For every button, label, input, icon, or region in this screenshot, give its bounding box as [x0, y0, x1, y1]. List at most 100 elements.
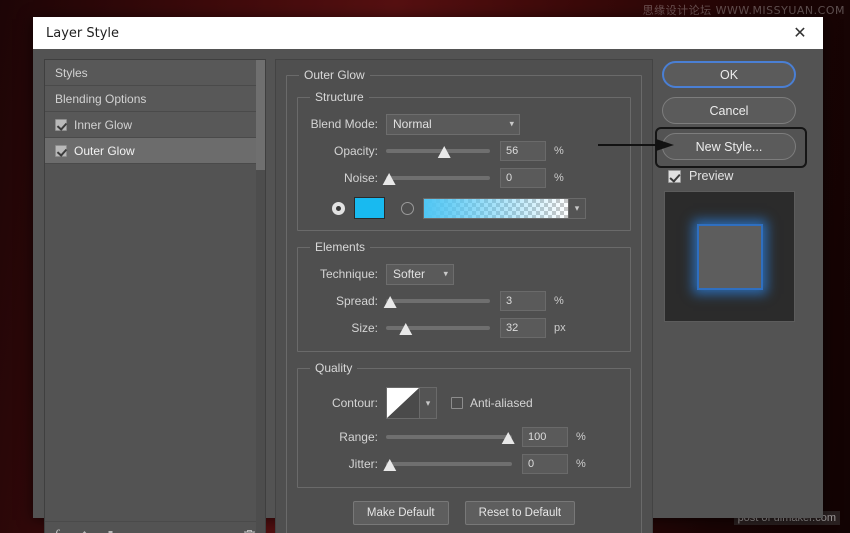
sidebar-item-label: Styles [55, 67, 88, 79]
cancel-button[interactable]: Cancel [662, 97, 796, 124]
technique-value: Softer [393, 267, 425, 281]
range-label: Range: [308, 430, 386, 444]
structure-group: Structure Blend Mode: Normal ▾ Opacity: [297, 90, 631, 231]
jitter-slider[interactable] [386, 454, 512, 474]
quality-group: Quality Contour: ▾ Anti-aliased [297, 361, 631, 488]
preview-checkbox-row[interactable]: Preview [668, 169, 812, 183]
style-preview-thumbnail [664, 191, 795, 322]
arrow-up-icon[interactable] [78, 530, 91, 533]
gradient-preview[interactable] [423, 198, 569, 219]
elements-group: Elements Technique: Softer ▾ Spread: [297, 240, 631, 352]
contour-preview[interactable] [386, 387, 420, 419]
size-input[interactable]: 32 [500, 318, 546, 338]
gradient-picker-button[interactable]: ▾ [569, 198, 586, 219]
technique-label: Technique: [308, 267, 386, 281]
opacity-row: Opacity: 56 % [308, 139, 620, 163]
noise-input[interactable]: 0 [500, 168, 546, 188]
anti-aliased-row[interactable]: Anti-aliased [451, 396, 533, 410]
blend-mode-row: Blend Mode: Normal ▾ [308, 112, 620, 136]
quality-legend: Quality [310, 361, 357, 375]
chevron-down-icon: ▾ [426, 398, 431, 409]
contour-label: Contour: [308, 396, 386, 410]
noise-row: Noise: 0 % [308, 166, 620, 190]
size-row: Size: 32 px [308, 316, 620, 340]
trash-icon[interactable] [243, 529, 256, 533]
noise-slider[interactable] [386, 168, 490, 188]
sidebar-item-label: Blending Options [55, 93, 146, 105]
noise-label: Noise: [308, 171, 386, 185]
jitter-row: Jitter: 0 % [308, 452, 620, 476]
dialog-titlebar: Layer Style ✕ [33, 17, 823, 49]
sidebar-item-outer-glow[interactable]: Outer Glow [45, 138, 265, 164]
contour-picker-button[interactable]: ▾ [420, 387, 437, 419]
jitter-input[interactable]: 0 [522, 454, 568, 474]
chevron-down-icon: ▾ [509, 119, 514, 130]
size-unit: px [554, 322, 574, 334]
chevron-down-icon: ▾ [575, 203, 580, 214]
sidebar-footer-toolbar: fx [45, 521, 265, 533]
blend-mode-value: Normal [393, 117, 432, 131]
slider-track [386, 176, 490, 180]
sidebar-scrollbar[interactable] [256, 60, 265, 533]
opacity-input[interactable]: 56 [500, 141, 546, 161]
range-row: Range: 100 % [308, 425, 620, 449]
opacity-unit: % [554, 145, 574, 157]
arrow-down-icon[interactable] [104, 530, 117, 533]
range-unit: % [576, 431, 596, 443]
glow-color-swatch[interactable] [354, 197, 385, 219]
dialog-actions-panel: OK Cancel New Style... Preview [662, 59, 812, 533]
range-input[interactable]: 100 [522, 427, 568, 447]
glow-fill-row: ▾ [308, 194, 620, 222]
preview-shape [697, 224, 763, 290]
layer-style-dialog: Layer Style ✕ Styles Blending Options In… [33, 17, 823, 518]
sidebar-item-inner-glow[interactable]: Inner Glow [45, 112, 265, 138]
slider-track [386, 326, 490, 330]
spread-input[interactable]: 3 [500, 291, 546, 311]
contour-curve-icon [387, 388, 419, 418]
dialog-title: Layer Style [46, 26, 119, 41]
opacity-label: Opacity: [308, 144, 386, 158]
sidebar-item-label: Inner Glow [74, 119, 132, 131]
spread-unit: % [554, 295, 574, 307]
reset-to-default-button[interactable]: Reset to Default [465, 501, 575, 525]
checkbox-icon[interactable] [55, 145, 67, 157]
styles-sidebar: Styles Blending Options Inner Glow Outer… [44, 59, 266, 533]
radio-gradient[interactable] [401, 202, 414, 215]
outer-glow-panel: Outer Glow Structure Blend Mode: Normal … [275, 59, 653, 533]
elements-legend: Elements [310, 240, 370, 254]
new-style-button[interactable]: New Style... [662, 133, 796, 160]
styles-list: Styles Blending Options Inner Glow Outer… [45, 60, 265, 521]
size-slider[interactable] [386, 318, 490, 338]
blend-mode-label: Blend Mode: [308, 117, 386, 131]
preview-label: Preview [689, 169, 733, 183]
technique-select[interactable]: Softer ▾ [386, 264, 454, 285]
sidebar-item-label: Outer Glow [74, 145, 135, 157]
noise-unit: % [554, 172, 574, 184]
radio-solid-color[interactable] [332, 202, 345, 215]
anti-aliased-label: Anti-aliased [470, 396, 533, 410]
gradient-fill [424, 199, 568, 218]
default-buttons-row: Make Default Reset to Default [297, 501, 631, 525]
checkbox-icon[interactable] [55, 119, 67, 131]
sidebar-scrollbar-thumb[interactable] [256, 60, 265, 170]
close-icon[interactable]: ✕ [777, 17, 823, 49]
sidebar-item-blending-options[interactable]: Blending Options [45, 86, 265, 112]
contour-row: Contour: ▾ Anti-aliased [308, 383, 620, 423]
jitter-unit: % [576, 458, 596, 470]
size-label: Size: [308, 321, 386, 335]
anti-aliased-checkbox[interactable] [451, 397, 463, 409]
sidebar-item-styles[interactable]: Styles [45, 60, 265, 86]
opacity-slider[interactable] [386, 141, 490, 161]
dialog-body: Styles Blending Options Inner Glow Outer… [33, 49, 823, 533]
blend-mode-select[interactable]: Normal ▾ [386, 114, 520, 135]
make-default-button[interactable]: Make Default [353, 501, 449, 525]
spread-row: Spread: 3 % [308, 289, 620, 313]
fx-icon[interactable]: fx [54, 529, 65, 533]
preview-checkbox[interactable] [668, 170, 681, 183]
spread-slider[interactable] [386, 291, 490, 311]
jitter-label: Jitter: [308, 457, 386, 471]
outer-glow-group: Outer Glow Structure Blend Mode: Normal … [286, 68, 642, 533]
slider-track [386, 435, 512, 439]
range-slider[interactable] [386, 427, 512, 447]
ok-button[interactable]: OK [662, 61, 796, 88]
